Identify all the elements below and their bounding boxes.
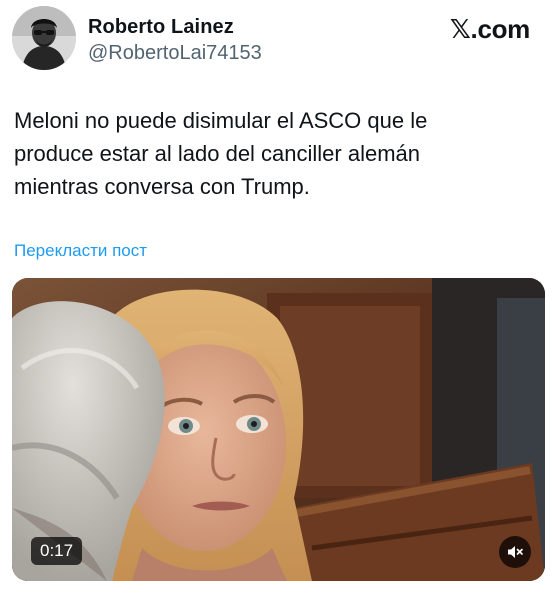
tweet-text: Meloni no puede disimular el ASCO que le… — [14, 108, 428, 199]
speaker-muted-icon — [508, 546, 523, 558]
translate-post-link[interactable]: Перекласти пост — [14, 241, 147, 261]
video-player[interactable]: 0:17 — [12, 278, 545, 581]
tweet-header: Roberto Lainez @RobertoLai74153 𝕏.com — [12, 6, 546, 70]
video-time-badge: 0:17 — [31, 537, 83, 565]
author-handle[interactable]: @RobertoLai74153 — [88, 42, 262, 65]
mute-button[interactable] — [499, 536, 531, 568]
video-frame — [12, 278, 545, 581]
author-name[interactable]: Roberto Lainez — [88, 16, 234, 39]
x-com-logo: 𝕏.com — [450, 14, 530, 45]
brand-suffix: .com — [470, 14, 531, 44]
x-logo-icon: 𝕏 — [449, 15, 471, 45]
avatar-image — [12, 6, 76, 70]
avatar[interactable] — [12, 6, 76, 70]
